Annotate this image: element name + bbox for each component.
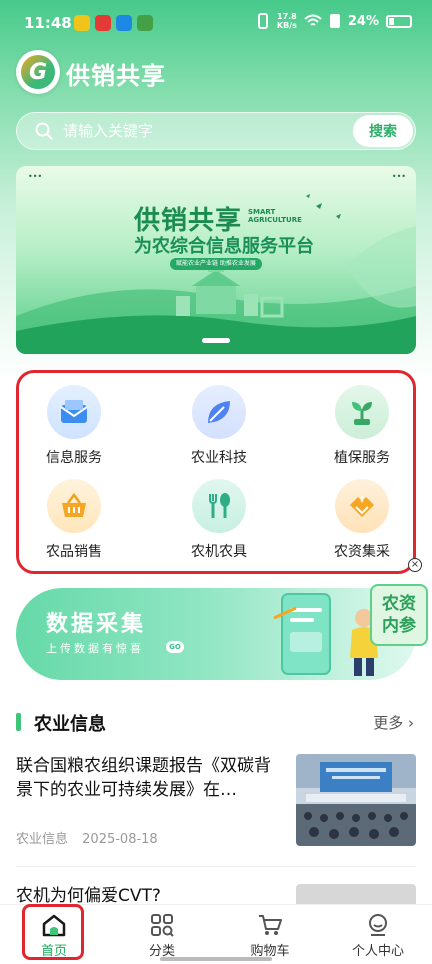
status-right-group: 17.8 KB/s 24%	[256, 12, 412, 30]
net-speed: 17.8 KB/s	[277, 12, 297, 30]
data-banner-go: GO	[166, 641, 184, 653]
net-speed-unit: KB/s	[276, 21, 297, 30]
data-banner-title: 数据采集	[46, 612, 147, 637]
search-button[interactable]: 搜索	[353, 115, 413, 147]
more-link[interactable]: 更多 ›	[373, 712, 414, 733]
status-bar: 11:48 17.8 KB/s 24%	[0, 0, 432, 48]
service-info[interactable]: 信息服务	[19, 385, 129, 467]
sprout-icon	[335, 385, 389, 439]
service-agri-tech[interactable]: 农业科技	[164, 385, 274, 467]
service-label: 农资集采	[334, 544, 390, 560]
service-machinery[interactable]: 农机农具	[164, 479, 274, 561]
service-label: 植保服务	[334, 450, 390, 466]
news-item[interactable]: 联合国粮农组织课题报告《双碳背景下的农业可持续发展》在… 农业信息 2025-0…	[16, 754, 416, 854]
vibrate-icon	[257, 13, 268, 29]
grid-search-icon	[151, 914, 174, 937]
banner-page-indicator[interactable]	[202, 338, 230, 343]
service-label: 信息服务	[46, 450, 102, 466]
news-date: 2025-08-18	[82, 832, 158, 847]
close-icon[interactable]: ×	[408, 558, 422, 572]
nav-label: 个人中心	[351, 944, 404, 959]
service-label: 农品销售	[46, 544, 102, 560]
service-procurement[interactable]: 农资集采	[307, 479, 417, 561]
service-product-sales[interactable]: 农品销售	[19, 479, 129, 561]
banner-tag: SMART AGRICULTURE	[248, 208, 302, 224]
nav-cart[interactable]: 购物车	[216, 905, 324, 964]
basket-icon	[47, 479, 101, 533]
handshake-icon	[335, 479, 389, 533]
app-logo: G	[16, 50, 60, 94]
service-label: 农业科技	[191, 450, 247, 466]
divider	[16, 866, 416, 867]
status-time: 11:48	[24, 14, 72, 32]
logo-mark: G	[21, 55, 55, 89]
nav-highlight-box	[22, 904, 84, 960]
notification-app-icon	[95, 15, 111, 31]
sim-icon	[329, 14, 340, 28]
float-badge[interactable]: 农资 内参	[370, 584, 428, 646]
nav-profile[interactable]: 个人中心	[324, 905, 432, 964]
battery-percent: 24%	[347, 13, 379, 29]
wifi-icon	[304, 14, 322, 26]
data-collection-banner[interactable]: 数据采集 上传数据有惊喜 GO	[16, 588, 416, 680]
promo-banner[interactable]: ••• ••• 供销共享 SMART AGRICULTURE 为农综合信息服务平…	[16, 166, 416, 354]
notification-app-icon	[74, 15, 90, 31]
banner-slogan: 赋能农业产业链 助推农业发展	[170, 258, 262, 270]
app-title: 供销共享	[66, 62, 166, 90]
cart-icon	[259, 915, 282, 935]
notification-app-icon	[137, 15, 153, 31]
search-bar[interactable]: 搜索	[16, 112, 416, 150]
news-category: 农业信息	[16, 832, 69, 847]
search-icon	[35, 122, 53, 140]
data-banner-subtitle: 上传数据有惊喜	[46, 642, 144, 655]
envelope-icon	[47, 385, 101, 439]
service-label: 农机农具	[191, 544, 247, 560]
user-icon	[369, 914, 387, 936]
float-badge-line1: 农资	[382, 594, 416, 614]
net-speed-value: 17.8	[277, 12, 297, 21]
notification-app-icon	[116, 15, 132, 31]
service-plant-protection[interactable]: 植保服务	[307, 385, 417, 467]
nav-category[interactable]: 分类	[108, 905, 216, 964]
float-badge-line2: 内参	[382, 616, 416, 636]
leaf-icon	[192, 385, 246, 439]
news-thumbnail	[296, 754, 416, 846]
banner-subtitle: 为农综合信息服务平台	[134, 236, 314, 257]
news-title: 联合国粮农组织课题报告《双碳背景下的农业可持续发展》在…	[16, 756, 271, 800]
battery-icon	[386, 14, 412, 28]
section-title: 农业信息	[34, 714, 106, 735]
news-meta: 农业信息 2025-08-18	[16, 828, 158, 847]
search-input[interactable]	[63, 117, 343, 145]
service-grid: 信息服务 农业科技 植保服务 农品销售 农机农具 农资集采	[16, 370, 416, 574]
news-section-header: 农业信息 更多 ›	[16, 708, 416, 736]
home-indicator	[160, 957, 272, 961]
status-notification-icons	[74, 15, 153, 31]
section-accent-bar	[16, 713, 21, 731]
tools-icon	[192, 479, 246, 533]
